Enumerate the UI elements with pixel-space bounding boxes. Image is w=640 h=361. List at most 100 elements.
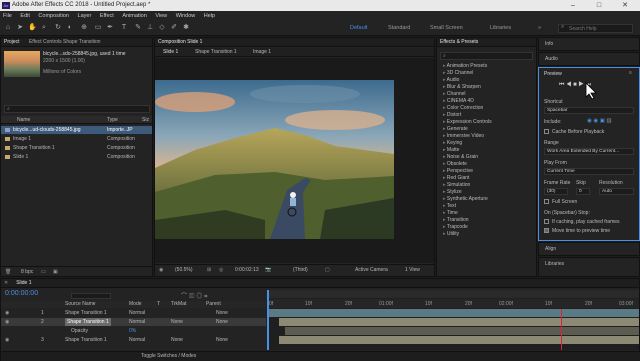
time-ruler[interactable]: 0f 10f 20f 01:00f 10f 20f 02:00f 10f 20f…: [267, 299, 639, 308]
effects-category[interactable]: Perspective: [437, 168, 536, 175]
video-toggle-icon[interactable]: ◉: [587, 118, 592, 124]
maximize-icon[interactable]: □: [586, 0, 612, 11]
menu-edit[interactable]: Edit: [20, 13, 29, 19]
roto-tool-icon[interactable]: ✐: [170, 24, 178, 32]
layer-row[interactable]: ◉ 1 Shape Transition 1 Normal None: [1, 309, 266, 317]
new-comp-icon[interactable]: ▣: [53, 267, 58, 277]
range-dropdown[interactable]: Work Area Extended By Current...: [544, 148, 634, 155]
effects-presets-title[interactable]: Effects & Presets: [440, 39, 478, 45]
effects-category[interactable]: Channel: [437, 91, 536, 98]
menu-window[interactable]: Window: [176, 13, 196, 19]
playhead[interactable]: [267, 290, 269, 350]
effects-category[interactable]: Generate: [437, 126, 536, 133]
frame-rate-dropdown[interactable]: (30): [544, 188, 568, 195]
project-item[interactable]: Shape Transition 1 Composition: [1, 144, 152, 152]
eraser-tool-icon[interactable]: ◇: [158, 24, 166, 32]
hand-tool-icon[interactable]: ✋: [28, 24, 37, 32]
close-icon[interactable]: ✕: [612, 0, 638, 11]
workspace-default[interactable]: Default: [350, 25, 367, 31]
viewer-area[interactable]: [155, 58, 434, 263]
effects-category[interactable]: Transition: [437, 217, 536, 224]
workspace-standard[interactable]: Standard: [388, 25, 410, 31]
col-mode[interactable]: Mode: [129, 301, 142, 308]
visibility-icon[interactable]: ◉: [5, 309, 9, 317]
stamp-tool-icon[interactable]: ⊥: [146, 24, 154, 32]
col-t[interactable]: T: [157, 301, 160, 308]
subtab-slide-1[interactable]: Slide 1: [163, 48, 178, 57]
property-row[interactable]: Opacity 0%: [1, 327, 266, 335]
layer-bar[interactable]: [267, 309, 639, 317]
effects-category[interactable]: CINEMA 4D: [437, 98, 536, 105]
tab-timeline-slide-1[interactable]: Slide 1: [16, 280, 31, 286]
selection-tool-icon[interactable]: ➤: [16, 24, 24, 32]
effects-category[interactable]: Obsolete: [437, 161, 536, 168]
resolution-dropdown[interactable]: (Third): [293, 265, 308, 276]
project-search-input[interactable]: ⌕: [4, 105, 150, 113]
workspace-small-screen[interactable]: Small Screen: [430, 25, 463, 31]
move-time-checkbox[interactable]: Move time to preview time: [544, 228, 610, 234]
timeline-current-time[interactable]: 0:00:00:00: [5, 290, 38, 297]
full-screen-checkbox[interactable]: Full Screen: [544, 199, 577, 205]
effects-category[interactable]: Red Giant: [437, 175, 536, 182]
effects-category[interactable]: 3D Channel: [437, 70, 536, 77]
effects-search-input[interactable]: ⌕: [440, 52, 533, 60]
rotate-tool-icon[interactable]: ↻: [54, 24, 62, 32]
effects-category[interactable]: Color Correction: [437, 105, 536, 112]
effects-category[interactable]: Utility: [437, 231, 536, 238]
align-panel-header[interactable]: Align: [538, 242, 640, 256]
previous-frame-icon[interactable]: ◀: [566, 82, 571, 88]
zoom-tool-icon[interactable]: ⌕: [40, 24, 48, 32]
layers-toggle-icon[interactable]: ▥: [606, 118, 611, 124]
preview-title[interactable]: Preview: [544, 71, 562, 77]
home-icon[interactable]: ⌂: [4, 24, 12, 32]
layer-row[interactable]: ◉ 3 Shape Transition 1 Normal None None: [1, 336, 266, 344]
bpc-label[interactable]: 8 bpc: [21, 267, 33, 277]
snapshot-icon[interactable]: ◎: [219, 265, 223, 276]
camera-snapshot-icon[interactable]: 📷: [265, 265, 271, 276]
effects-category[interactable]: Audio: [437, 77, 536, 84]
effects-category[interactable]: Stylize: [437, 189, 536, 196]
project-item[interactable]: Slide 1 Composition: [1, 153, 152, 161]
time-navigator[interactable]: [267, 290, 639, 298]
always-preview-icon[interactable]: ◉: [159, 265, 163, 276]
stop-icon[interactable]: ■: [573, 82, 577, 88]
layer-row[interactable]: ◉ 2 Shape Transition 1 Normal None None: [1, 318, 266, 326]
workspace-libraries[interactable]: Libraries: [490, 25, 511, 31]
camera-dropdown[interactable]: Active Camera: [355, 265, 388, 276]
close-tab-icon[interactable]: ✕: [4, 280, 8, 286]
effects-category[interactable]: Immersive Video: [437, 133, 536, 140]
layer-bar[interactable]: [279, 336, 639, 344]
col-trkmat[interactable]: TrkMat: [171, 301, 186, 308]
minimize-icon[interactable]: –: [560, 0, 586, 11]
pan-behind-tool-icon[interactable]: ⊕: [80, 24, 88, 32]
pen-tool-icon[interactable]: ✒: [106, 24, 114, 32]
info-panel-header[interactable]: Info: [538, 37, 640, 51]
resolution-dropdown[interactable]: Auto: [599, 188, 634, 195]
search-help-input[interactable]: Search Help: [558, 24, 633, 33]
views-dropdown[interactable]: 1 View: [405, 265, 420, 276]
menu-file[interactable]: File: [3, 13, 12, 19]
audio-toggle-icon[interactable]: ◉: [593, 118, 598, 124]
effects-category[interactable]: Expression Controls: [437, 119, 536, 126]
if-caching-checkbox[interactable]: If caching, play cached frames: [544, 219, 620, 225]
audio-panel-header[interactable]: Audio: [538, 52, 640, 66]
col-parent[interactable]: Parent: [206, 301, 221, 308]
effects-category[interactable]: Animation Presets: [437, 63, 536, 70]
menu-layer[interactable]: Layer: [78, 13, 92, 19]
col-size[interactable]: Siz: [142, 116, 149, 124]
tab-project[interactable]: Project: [4, 39, 20, 45]
effects-category[interactable]: Matte: [437, 147, 536, 154]
menu-composition[interactable]: Composition: [38, 13, 69, 19]
puppet-tool-icon[interactable]: ✱: [182, 24, 190, 32]
shy-icon[interactable]: ⌒: [181, 294, 187, 300]
effects-category[interactable]: Noise & Grain: [437, 154, 536, 161]
effects-category[interactable]: Keying: [437, 140, 536, 147]
play-from-dropdown[interactable]: Current Time: [544, 168, 634, 175]
workspace-overflow-icon[interactable]: »: [538, 25, 541, 31]
effects-category[interactable]: Simulation: [437, 182, 536, 189]
trash-icon[interactable]: 🗑: [5, 267, 11, 277]
graph-editor-icon[interactable]: ⌗: [204, 294, 207, 300]
col-type[interactable]: Type: [107, 116, 118, 124]
project-item[interactable]: Image 1 Composition: [1, 135, 152, 143]
cache-checkbox[interactable]: Cache Before Playback: [544, 129, 604, 135]
